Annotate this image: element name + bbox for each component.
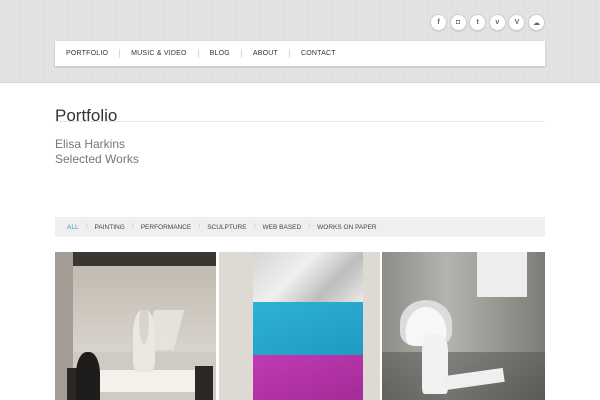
soundcloud-icon[interactable]: ☁ (528, 14, 545, 31)
filter-web-based[interactable]: WEB BASED (257, 224, 308, 231)
nav-blog[interactable]: BLOG (199, 50, 241, 57)
gallery-item-performance-headdress-microphone[interactable] (382, 252, 545, 400)
social-links: f ◘ t v V ☁ (427, 14, 545, 31)
nav-portfolio[interactable]: PORTFOLIO (55, 50, 119, 57)
gallery-item-performance-white-dress[interactable] (55, 252, 216, 400)
nav-music-video[interactable]: MUSIC & VIDEO (120, 50, 198, 57)
nav-about[interactable]: ABOUT (242, 50, 289, 57)
vimeo-icon[interactable]: V (508, 14, 526, 31)
facebook-icon[interactable]: f (430, 14, 448, 31)
filter-sculpture[interactable]: SCULPTURE (201, 224, 252, 231)
intro-subtitle: Selected Works (55, 152, 139, 166)
nav-contact[interactable]: CONTACT (290, 50, 347, 57)
portfolio-filter-bar: ALL / PAINTING / PERFORMANCE / SCULPTURE… (55, 217, 545, 237)
title-divider (55, 121, 545, 122)
instagram-icon[interactable]: ◘ (449, 14, 467, 31)
header-band: f ◘ t v V ☁ PORTFOLIO MUSIC & VIDEO BLOG… (0, 0, 600, 83)
page-title: Portfolio (55, 106, 118, 126)
filter-works-on-paper[interactable]: WORKS ON PAPER (311, 224, 382, 231)
filter-performance[interactable]: PERFORMANCE (135, 224, 198, 231)
twitter-icon[interactable]: v (488, 14, 506, 31)
filter-all[interactable]: ALL (55, 224, 85, 231)
artist-name: Elisa Harkins (55, 137, 126, 151)
filter-painting[interactable]: PAINTING (89, 224, 131, 231)
intro-text: Elisa Harkins Selected Works (55, 137, 139, 167)
main-nav: PORTFOLIO MUSIC & VIDEO BLOG ABOUT CONTA… (55, 41, 545, 66)
tumblr-icon[interactable]: t (469, 14, 487, 31)
gallery-item-painting-silver-blue-magenta[interactable] (219, 252, 380, 400)
portfolio-gallery (55, 252, 545, 400)
